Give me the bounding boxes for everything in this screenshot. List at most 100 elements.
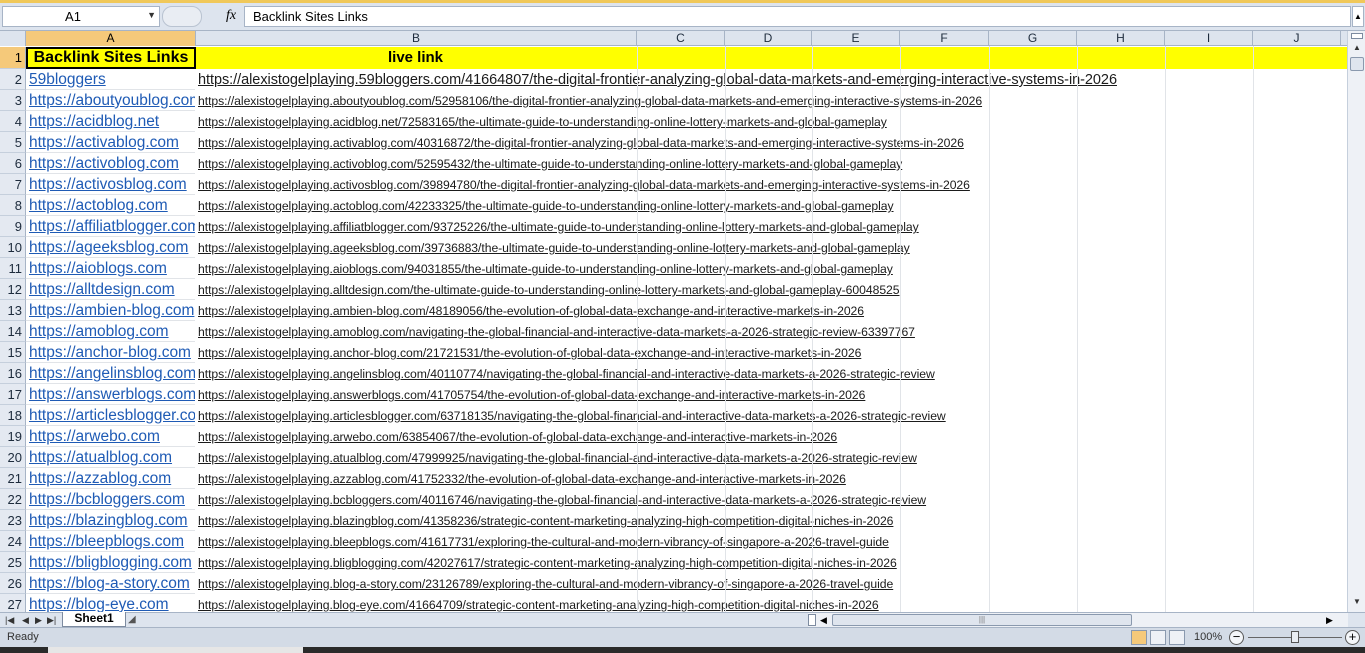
function-icon[interactable]: fx (226, 8, 236, 24)
row-header[interactable]: 22 (0, 489, 26, 510)
row-header[interactable]: 23 (0, 510, 26, 531)
live-link-cell[interactable]: https://alexistogelplaying.answerblogs.c… (196, 384, 1347, 405)
row-header[interactable]: 27 (0, 594, 26, 612)
cell-b1[interactable]: live link (196, 47, 1347, 69)
live-link-cell[interactable]: https://alexistogelplaying.angelinsblog.… (196, 363, 1347, 384)
live-link-cell[interactable]: https://alexistogelplaying.ageeksblog.co… (196, 237, 1347, 258)
live-link-cell[interactable]: https://alexistogelplaying.bcbloggers.co… (196, 489, 1347, 510)
row-header[interactable]: 12 (0, 279, 26, 300)
site-link-cell[interactable]: https://anchor-blog.com (26, 342, 195, 363)
site-link-cell[interactable]: https://activoblog.com (26, 153, 195, 174)
live-link-cell[interactable]: https://alexistogelplaying.activosblog.c… (196, 174, 1347, 195)
live-link-cell[interactable]: https://alexistogelplaying.alltdesign.co… (196, 279, 1347, 300)
site-link-cell[interactable]: https://ageeksblog.com (26, 237, 195, 258)
site-link-cell[interactable]: https://amoblog.com (26, 321, 195, 342)
live-link-cell[interactable]: https://alexistogelplaying.affiliatblogg… (196, 216, 1347, 237)
site-link-cell[interactable]: https://actoblog.com (26, 195, 195, 216)
split-handle[interactable] (808, 614, 816, 626)
live-link-cell[interactable]: https://alexistogelplaying.bleepblogs.co… (196, 531, 1347, 552)
live-link-cell[interactable]: https://alexistogelplaying.activoblog.co… (196, 153, 1347, 174)
row-header[interactable]: 7 (0, 174, 26, 195)
vertical-scrollbar[interactable]: ▲ ▼ (1347, 31, 1365, 612)
site-link-cell[interactable]: https://blog-eye.com (26, 594, 195, 612)
horizontal-scrollbar[interactable]: ◀ ||| ▶ (808, 613, 1348, 627)
live-link-cell[interactable]: https://alexistogelplaying.activablog.co… (196, 132, 1347, 153)
zoom-out-icon[interactable]: − (1229, 630, 1244, 645)
site-link-cell[interactable]: https://activablog.com (26, 132, 195, 153)
zoom-in-icon[interactable]: + (1345, 630, 1360, 645)
site-link-cell[interactable]: https://acidblog.net (26, 111, 195, 132)
row-header[interactable]: 8 (0, 195, 26, 216)
vertical-scroll-thumb[interactable] (1350, 57, 1364, 71)
insert-sheet-icon[interactable]: ◢ (128, 614, 136, 625)
site-link-cell[interactable]: https://aioblogs.com (26, 258, 195, 279)
first-sheet-icon[interactable]: |◀ (5, 613, 14, 627)
row-header[interactable]: 21 (0, 468, 26, 489)
zoom-level[interactable]: 100% (1194, 631, 1222, 643)
row-header[interactable]: 25 (0, 552, 26, 573)
live-link-cell[interactable]: https://alexistogelplaying.blog-a-story.… (196, 573, 1347, 594)
live-link-cell[interactable]: https://alexistogelplaying.blog-eye.com/… (196, 594, 1347, 612)
row-header[interactable]: 10 (0, 237, 26, 258)
live-link-cell[interactable]: https://alexistogelplaying.aboutyoublog.… (196, 90, 1347, 111)
site-link-cell[interactable]: https://bligblogging.com (26, 552, 195, 573)
row-header[interactable]: 11 (0, 258, 26, 279)
row-header[interactable]: 14 (0, 321, 26, 342)
site-link-cell[interactable]: https://blog-a-story.com (26, 573, 195, 594)
live-link-cell[interactable]: https://alexistogelplaying.amoblog.com/n… (196, 321, 1347, 342)
prev-sheet-icon[interactable]: ◀ (22, 613, 29, 627)
row-header[interactable]: 13 (0, 300, 26, 321)
live-link-cell[interactable]: https://alexistogelplaying.azzablog.com/… (196, 468, 1347, 489)
row-header[interactable]: 3 (0, 90, 26, 111)
page-layout-icon[interactable] (1150, 630, 1166, 645)
live-link-cell[interactable]: https://alexistogelplaying.acidblog.net/… (196, 111, 1347, 132)
live-link-cell[interactable]: https://alexistogelplaying.actoblog.com/… (196, 195, 1347, 216)
site-link-cell[interactable]: https://azzablog.com (26, 468, 195, 489)
row-header[interactable]: 24 (0, 531, 26, 552)
site-link-cell[interactable]: https://alltdesign.com (26, 279, 195, 300)
site-link-cell[interactable]: https://affiliatblogger.com (26, 216, 195, 237)
column-header-b[interactable]: B (196, 31, 637, 46)
horizontal-scroll-thumb[interactable]: ||| (832, 614, 1132, 626)
row-header[interactable]: 16 (0, 363, 26, 384)
chevron-down-icon[interactable]: ▼ (147, 10, 156, 20)
site-link-cell[interactable]: https://aboutyoublog.com (26, 90, 195, 111)
row-header[interactable]: 19 (0, 426, 26, 447)
page-break-icon[interactable] (1169, 630, 1185, 645)
row-header[interactable]: 6 (0, 153, 26, 174)
cell-a1[interactable]: Backlink Sites Links (26, 47, 196, 69)
worksheet-grid[interactable]: ABCDEFGHIJ 1 Backlink Sites Links live l… (0, 31, 1347, 612)
column-header-c[interactable]: C (637, 31, 725, 46)
site-link-cell[interactable]: https://ambien-blog.com (26, 300, 195, 321)
formula-input[interactable]: Backlink Sites Links (244, 6, 1351, 27)
scroll-left-icon[interactable]: ◀ (820, 613, 827, 627)
row-header[interactable]: 1 (0, 47, 26, 69)
row-header[interactable]: 4 (0, 111, 26, 132)
site-link-cell[interactable]: https://angelinsblog.com (26, 363, 195, 384)
column-header-g[interactable]: G (989, 31, 1077, 46)
site-link-cell[interactable]: https://bleepblogs.com (26, 531, 195, 552)
name-box[interactable]: A1 ▼ (2, 6, 160, 27)
column-header-j[interactable]: J (1253, 31, 1341, 46)
column-header-h[interactable]: H (1077, 31, 1165, 46)
row-header[interactable]: 2 (0, 69, 26, 90)
last-sheet-icon[interactable]: ▶| (47, 613, 56, 627)
site-link-cell[interactable]: https://articlesblogger.com (26, 405, 195, 426)
row-header[interactable]: 5 (0, 132, 26, 153)
formula-cancel-button[interactable] (162, 6, 202, 27)
row-header[interactable]: 20 (0, 447, 26, 468)
site-link-cell[interactable]: https://bcbloggers.com (26, 489, 195, 510)
column-header-f[interactable]: F (900, 31, 989, 46)
live-link-cell[interactable]: https://alexistogelplaying.59bloggers.co… (196, 69, 1347, 90)
site-link-cell[interactable]: https://activosblog.com (26, 174, 195, 195)
live-link-cell[interactable]: https://alexistogelplaying.aioblogs.com/… (196, 258, 1347, 279)
column-header-a[interactable]: A (26, 31, 196, 46)
select-all-corner[interactable] (0, 31, 26, 46)
sheet-tab[interactable]: Sheet1 (62, 612, 126, 627)
site-link-cell[interactable]: 59bloggers (26, 69, 195, 90)
live-link-cell[interactable]: https://alexistogelplaying.anchor-blog.c… (196, 342, 1347, 363)
site-link-cell[interactable]: https://answerblogs.com (26, 384, 195, 405)
scroll-up-icon[interactable]: ▲ (1350, 43, 1364, 57)
column-header-d[interactable]: D (725, 31, 812, 46)
live-link-cell[interactable]: https://alexistogelplaying.arwebo.com/63… (196, 426, 1347, 447)
